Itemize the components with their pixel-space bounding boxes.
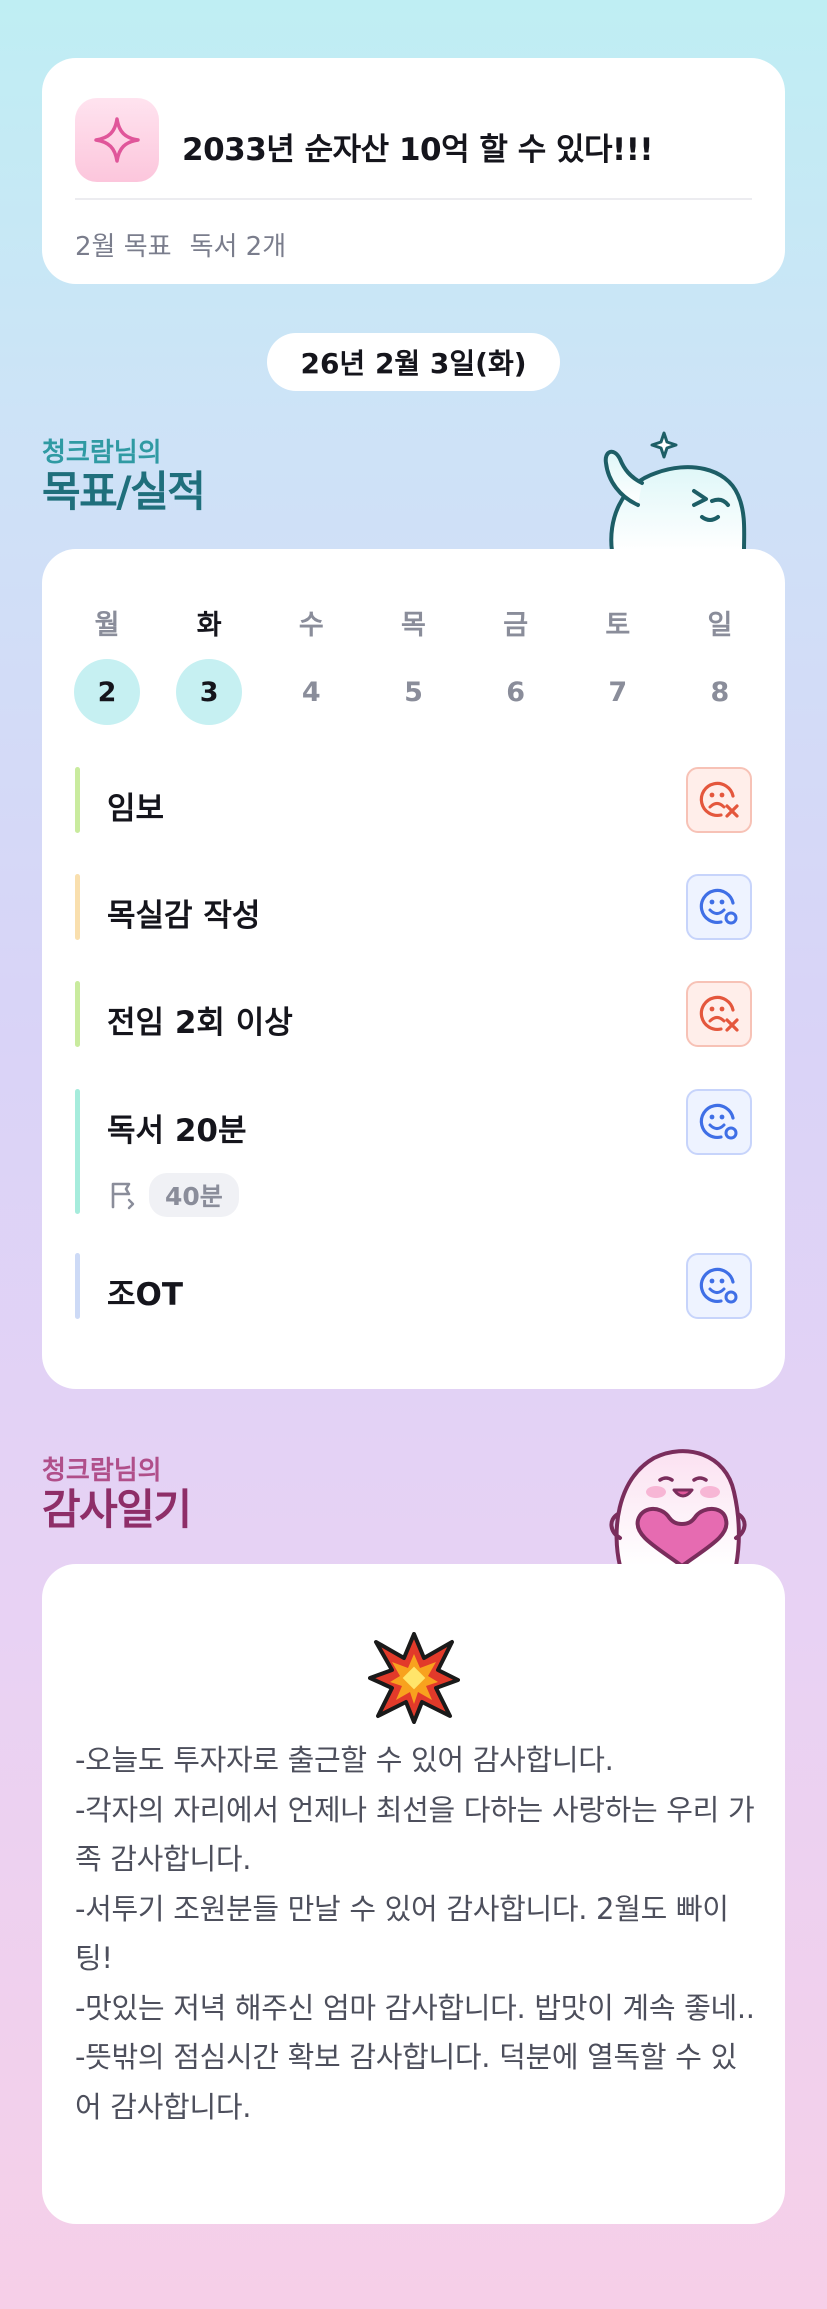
day-name: 금 [503,610,529,641]
week-day[interactable]: 수4 [278,603,344,725]
month-goal: 2월 목표 독서 2개 [75,226,286,263]
goals-section-header: 청크람님의 목표/실적 [42,432,206,516]
mascot-wink-icon [603,431,747,551]
sad-face-status-icon[interactable] [686,767,752,833]
day-number: 3 [176,659,243,725]
task-color-bar [75,1253,80,1319]
day-number: 4 [301,676,321,708]
week-day[interactable]: 목5 [380,603,446,725]
task-row[interactable]: 목실감 작성 [75,874,752,940]
day-name: 일 [707,610,733,641]
explosion-icon [368,1632,460,1724]
task-row[interactable]: 임보 [75,767,752,833]
task-color-bar [75,767,80,833]
thanks-line: -각자의 자리에서 언제나 최선을 다하는 사랑하는 우리 가족 감사합니다. [75,1792,755,1877]
smile-face-status-icon[interactable] [686,1253,752,1319]
section-owner: 청크람님의 [42,438,162,468]
task-row[interactable]: 독서 20분 40분 [75,1089,752,1217]
week-calendar: 월2화3수4목5금6토7일8 [74,603,753,725]
task-label: 전임 2회 이상 [107,1005,293,1041]
goal-card[interactable]: 2033년 순자산 10억 할 수 있다!!! 2월 목표 독서 2개 [42,58,785,284]
day-number: 6 [506,676,526,708]
week-day[interactable]: 화3 [176,603,243,725]
week-day[interactable]: 금6 [483,603,549,725]
task-label: 독서 20분 [107,1113,247,1149]
thanks-line: -뜻밖의 점심시간 확보 감사합니다. 덕분에 열독할 수 있어 감사합니다. [75,2040,737,2124]
sparkle-icon [75,98,159,182]
task-row[interactable]: 조OT [75,1253,752,1319]
task-color-bar [75,1089,80,1214]
day-number: 5 [404,676,423,708]
task-label: 조OT [107,1277,184,1313]
sad-face-status-icon[interactable] [686,981,752,1047]
month-goal-value: 독서 2개 [189,232,287,262]
day-name: 수 [298,610,324,641]
week-day[interactable]: 월2 [74,603,140,725]
goals-card: 월2화3수4목5금6토7일8 임보 목실감 작성 전임 2회 이상 독서 20분 40분… [42,549,785,1389]
thanks-line: -맛있는 저녁 해주신 엄마 감사합니다. 밥맛이 계속 좋네.. [75,1990,755,2025]
section-title: 감사일기 [42,1485,192,1534]
task-color-bar [75,874,80,940]
day-name: 월 [94,610,120,641]
thanks-text: -오늘도 투자자로 출근할 수 있어 감사합니다. -각자의 자리에서 언제나 최… [75,1736,755,2132]
smile-face-status-icon[interactable] [686,874,752,940]
thanks-line: -서투기 조원분들 만날 수 있어 감사합니다. 2월도 빠이팅! [75,1891,729,1976]
task-target-value: 40분 [149,1173,239,1217]
thanks-card: -오늘도 투자자로 출근할 수 있어 감사합니다. -각자의 자리에서 언제나 최… [42,1564,785,2224]
thanks-line: -오늘도 투자자로 출근할 수 있어 감사합니다. [75,1743,614,1777]
week-day[interactable]: 일8 [687,603,753,725]
day-number: 2 [74,659,140,725]
date-pill[interactable]: 26년 2월 3일(화) [267,333,560,391]
goal-title: 2033년 순자산 10억 할 수 있다!!! [182,132,653,168]
task-color-bar [75,981,80,1047]
section-owner: 청크람님의 [42,1456,162,1486]
day-name: 화 [196,610,222,641]
day-name: 토 [605,610,631,641]
task-target: 40분 [107,1173,239,1217]
task-label: 임보 [107,791,165,827]
day-number: 8 [710,676,730,708]
mascot-heart-icon [609,1449,747,1566]
day-number: 7 [608,676,628,708]
smile-face-status-icon[interactable] [686,1089,752,1155]
month-goal-label: 2월 목표 [75,232,172,262]
week-day[interactable]: 토7 [585,603,651,725]
day-name: 목 [401,610,426,641]
flag-icon [111,1182,135,1210]
divider [75,198,752,200]
task-label: 목실감 작성 [107,898,261,934]
thanks-section-header: 청크람님의 감사일기 [42,1450,192,1534]
task-row[interactable]: 전임 2회 이상 [75,981,752,1047]
section-title: 목표/실적 [42,467,206,516]
